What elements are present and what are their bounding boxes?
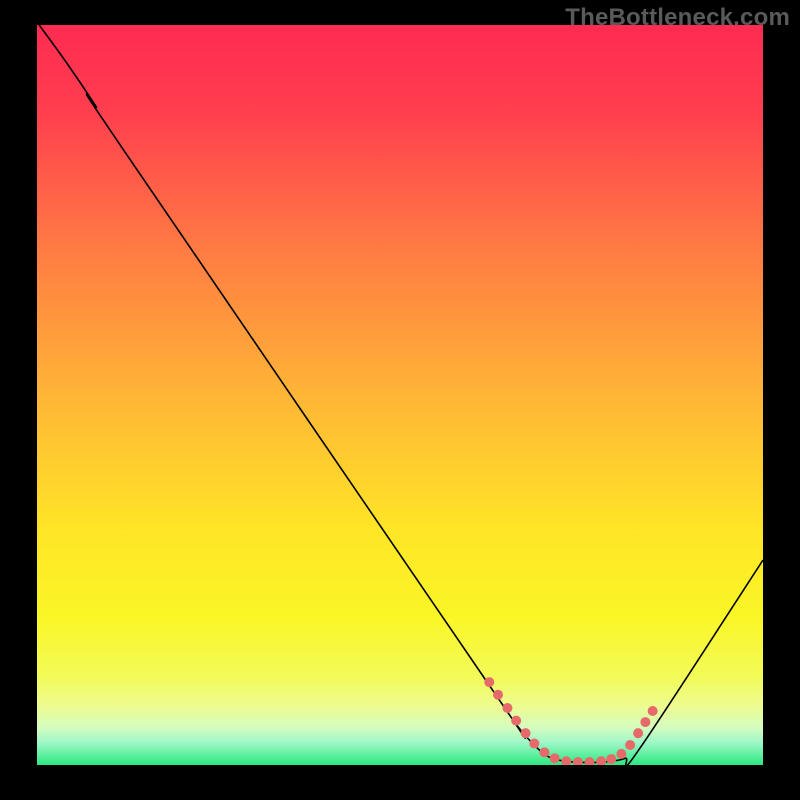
- chart-container: TheBottleneck.com: [0, 0, 800, 800]
- optimal-marker: [640, 717, 650, 727]
- watermark-text: TheBottleneck.com: [565, 4, 790, 32]
- optimal-marker: [511, 716, 521, 726]
- optimal-marker: [521, 728, 531, 738]
- optimal-marker: [539, 747, 549, 757]
- optimal-marker: [616, 749, 626, 759]
- optimal-marker: [606, 754, 616, 764]
- optimal-marker: [633, 728, 643, 738]
- optimal-marker: [648, 706, 658, 716]
- gradient-background: [37, 25, 763, 765]
- optimal-marker: [529, 739, 539, 749]
- optimal-marker: [493, 690, 503, 700]
- optimal-marker: [502, 703, 512, 713]
- optimal-marker: [625, 740, 635, 750]
- optimal-marker: [550, 753, 560, 763]
- plot-area: [37, 25, 763, 765]
- chart-svg: [37, 25, 763, 765]
- optimal-marker: [484, 677, 494, 687]
